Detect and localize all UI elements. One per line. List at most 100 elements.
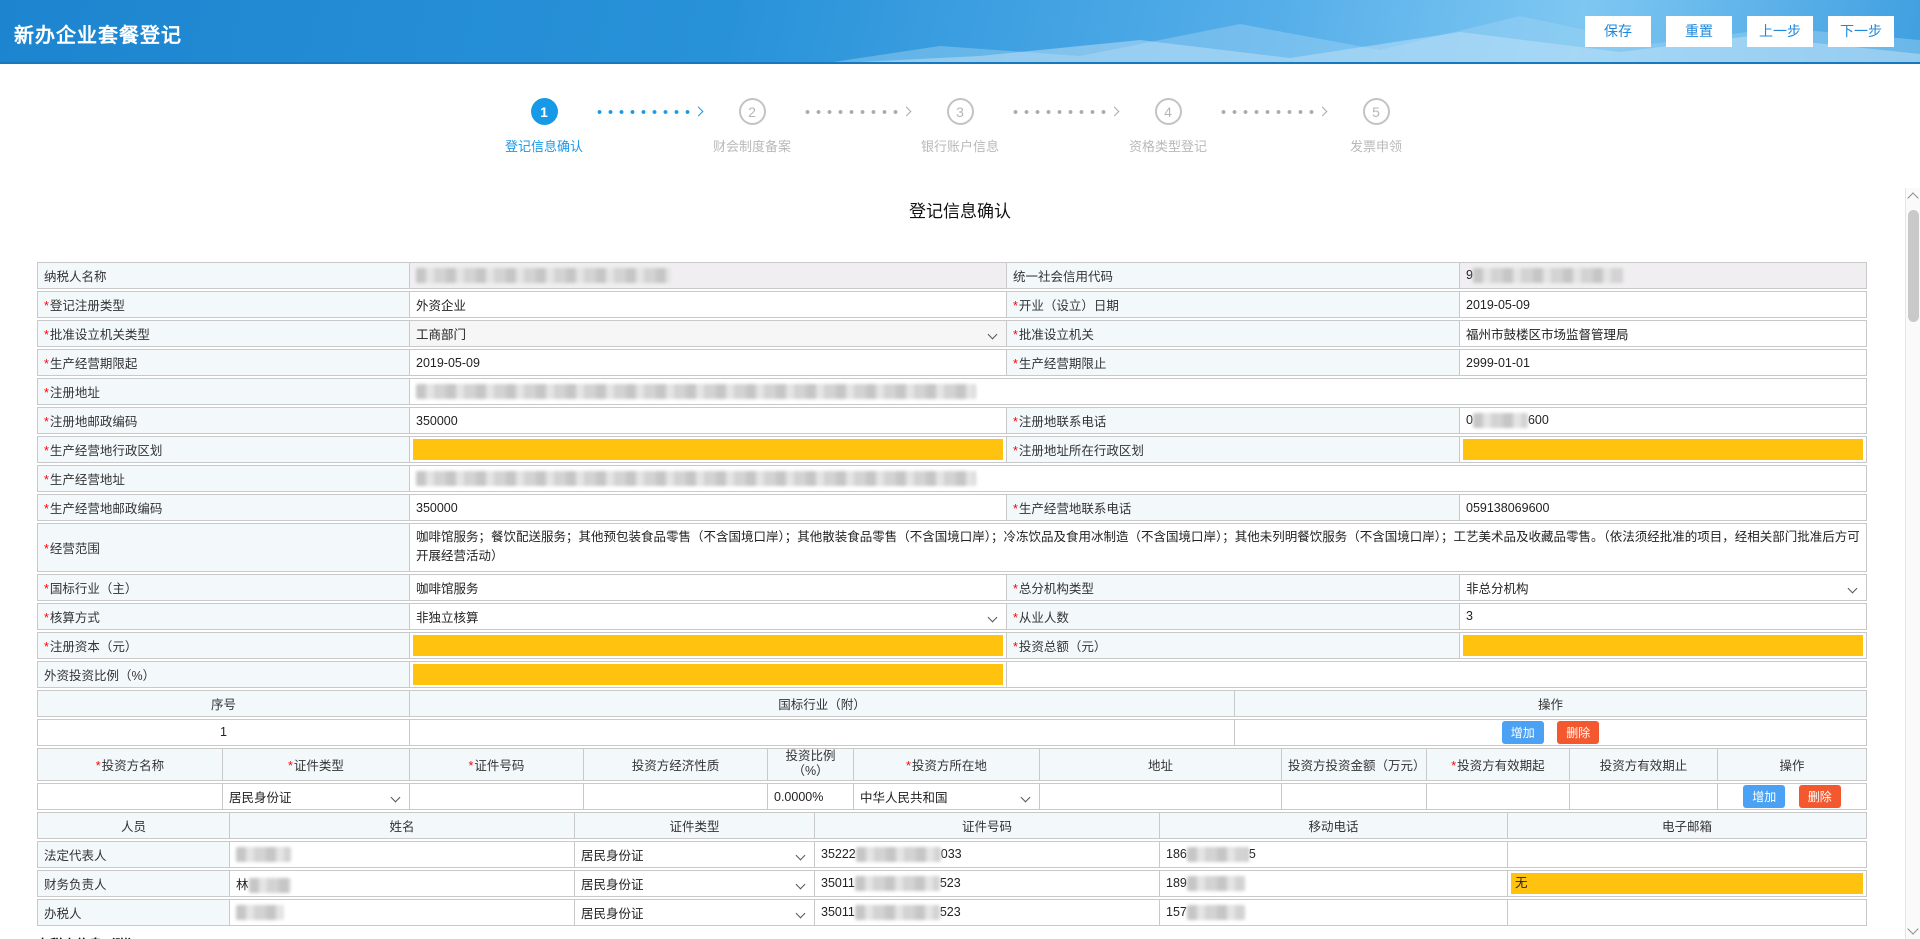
finance-officer-phone: 189 (1160, 870, 1508, 897)
step-4-qualification-type[interactable]: 4 资格类型登记 (1122, 98, 1214, 155)
open-date-value: 2019-05-09 (1460, 291, 1867, 318)
investor-cert-no-input[interactable] (410, 783, 584, 810)
add-industry-button[interactable]: 增加 (1502, 721, 1544, 744)
investor-name-header: *投资方名称 (37, 748, 223, 781)
investor-address-input[interactable] (1040, 783, 1282, 810)
reg-zip-label: *注册地邮政编码 (37, 407, 410, 434)
valid-from-input[interactable] (1427, 783, 1570, 810)
approve-org-type-select[interactable]: 工商部门 (410, 320, 1007, 347)
step-3-bank-account[interactable]: 3 银行账户信息 (914, 98, 1006, 155)
foreign-ratio-input[interactable] (410, 661, 1007, 688)
legal-rep-cert-no: 35222033 (815, 841, 1160, 868)
biz-address-label: *生产经营地址 (37, 465, 410, 492)
reg-area-code-label: *注册地址所在行政区划 (1007, 436, 1460, 463)
invest-amount-header: 投资方投资金额（万元） (1282, 748, 1427, 781)
industry-main-value: 咖啡馆服务 (410, 574, 1007, 601)
prev-step-button[interactable]: 上一步 (1747, 16, 1813, 47)
scroll-up-icon[interactable] (1907, 192, 1918, 203)
investor-cert-type-select[interactable]: 居民身份证 (223, 783, 410, 810)
next-step-button[interactable]: 下一步 (1828, 16, 1894, 47)
delete-industry-button[interactable]: 删除 (1557, 721, 1599, 744)
tax-clerk-role: 办税人 (37, 899, 230, 926)
section-title: 登记信息确认 (0, 197, 1920, 222)
chevron-down-icon (1021, 793, 1031, 803)
investor-location-select[interactable]: 中华人民共和国 (854, 783, 1040, 810)
arrow-right-icon (1318, 107, 1328, 117)
tax-clerk-phone: 157 (1160, 899, 1508, 926)
biz-phone-value: 059138069600 (1460, 494, 1867, 521)
investor-name-input[interactable] (37, 783, 223, 810)
tax-clerk-name (230, 899, 575, 926)
redacted-value (416, 268, 671, 283)
scrollbar-thumb[interactable] (1908, 210, 1919, 322)
table-header-row: 人员 姓名 证件类型 证件号码 移动电话 电子邮箱 (37, 812, 1867, 839)
step-1-circle: 1 (531, 98, 558, 125)
save-button[interactable]: 保存 (1585, 16, 1651, 47)
step-2-accounting-system[interactable]: 2 财会制度备案 (706, 98, 798, 155)
arrow-right-icon (1110, 107, 1120, 117)
invest-amount-input[interactable] (1282, 783, 1427, 810)
accounting-select[interactable]: 非独立核算 (410, 603, 1007, 630)
finance-officer-cert-type-select[interactable]: 居民身份证 (575, 870, 815, 897)
reg-capital-input[interactable] (410, 632, 1007, 659)
legal-rep-cert-type-select[interactable]: 居民身份证 (575, 841, 815, 868)
redacted-value (249, 878, 291, 893)
table-row: *注册地址 (37, 378, 1867, 405)
additional-industry-table: 序号 国标行业（附） 操作 1 增加 删除 (37, 688, 1867, 748)
investor-cert-no-header: *证件号码 (410, 748, 584, 781)
reset-button[interactable]: 重置 (1666, 16, 1732, 47)
seq-value: 1 (37, 719, 410, 746)
investor-address-header: 地址 (1040, 748, 1282, 781)
step-5-circle: 5 (1363, 98, 1390, 125)
table-header-row: *投资方名称 *证件类型 *证件号码 投资方经济性质 投资比例（%） *投资方所… (37, 748, 1867, 781)
tax-clerk-info-section-label: 办税人信息（附） (37, 934, 1867, 939)
step-1-registration-info[interactable]: 1 登记信息确认 (498, 98, 590, 155)
person-role-header: 人员 (37, 812, 230, 839)
finance-officer-email-input[interactable]: 无 (1508, 870, 1867, 897)
economic-nature-input[interactable] (584, 783, 768, 810)
arrow-right-icon (902, 107, 912, 117)
reg-type-label: *登记注册类型 (37, 291, 410, 318)
biz-term-end-value: 2999-01-01 (1460, 349, 1867, 376)
invest-ratio-value: 0.0000% (768, 783, 854, 810)
redacted-value (1473, 413, 1528, 428)
biz-area-code-input[interactable] (410, 436, 1007, 463)
vertical-scrollbar[interactable] (1905, 188, 1920, 939)
table-row: 居民身份证 0.0000% 中华人民共和国 增加 删除 (37, 783, 1867, 810)
org-type-select[interactable]: 非总分机构 (1460, 574, 1867, 601)
tax-clerk-email[interactable] (1508, 899, 1867, 926)
tax-clerk-cert-type-select[interactable]: 居民身份证 (575, 899, 815, 926)
reg-area-code-input[interactable] (1460, 436, 1867, 463)
biz-zip-value: 350000 (410, 494, 1007, 521)
table-row: 法定代表人 居民身份证 35222033 1865 (37, 841, 1867, 868)
industry-main-label: *国标行业（主） (37, 574, 410, 601)
arrow-right-icon (694, 107, 704, 117)
table-row: *登记注册类型 外资企业 *开业（设立）日期 2019-05-09 (37, 291, 1867, 318)
person-email-header: 电子邮箱 (1508, 812, 1867, 839)
redacted-value (416, 471, 976, 486)
step-5-invoice-application[interactable]: 5 发票申领 (1330, 98, 1422, 155)
scroll-down-icon[interactable] (1907, 923, 1918, 934)
person-phone-header: 移动电话 (1160, 812, 1508, 839)
add-investor-button[interactable]: 增加 (1743, 785, 1785, 808)
step-2-circle: 2 (739, 98, 766, 125)
chevron-down-icon (796, 851, 806, 861)
legal-rep-email[interactable] (1508, 841, 1867, 868)
redacted-value (856, 847, 941, 862)
biz-phone-label: *生产经营地联系电话 (1007, 494, 1460, 521)
redacted-value (1187, 876, 1245, 891)
table-row: 办税人 居民身份证 35011523 157 (37, 899, 1867, 926)
investor-table: *投资方名称 *证件类型 *证件号码 投资方经济性质 投资比例（%） *投资方所… (37, 746, 1867, 812)
total-invest-input[interactable] (1460, 632, 1867, 659)
reg-phone-value: 0600 (1460, 407, 1867, 434)
additional-industry-header: 国标行业（附） (410, 690, 1235, 717)
redacted-value (855, 876, 940, 891)
valid-to-input[interactable] (1570, 783, 1718, 810)
approve-org-type-label: *批准设立机关类型 (37, 320, 410, 347)
approve-org-value: 福州市鼓楼区市场监督管理局 (1460, 320, 1867, 347)
table-row: *注册资本（元） *投资总额（元） (37, 632, 1867, 659)
delete-investor-button[interactable]: 删除 (1799, 785, 1841, 808)
table-row: 外资投资比例（%） (37, 661, 1867, 688)
main-info-table: 纳税人名称 统一社会信用代码 9 *登记注册类型 外资企业 *开业（设立）日期 … (37, 260, 1867, 690)
additional-industry-value (410, 719, 1235, 746)
